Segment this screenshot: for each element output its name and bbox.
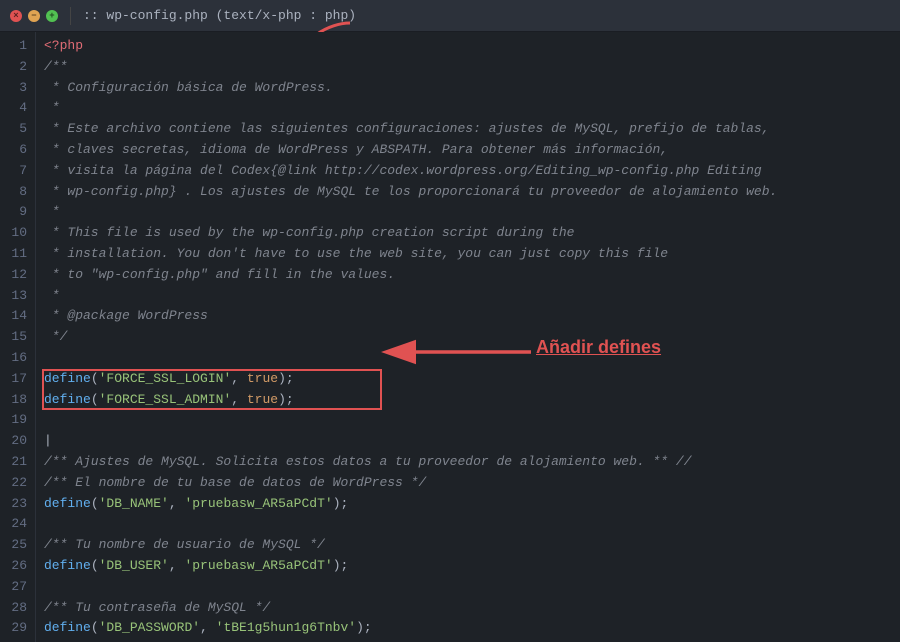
- code-line-10: * This file is used by the wp-config.php…: [44, 223, 892, 244]
- code-line-16: [44, 348, 892, 369]
- code-line-27: [44, 577, 892, 598]
- code-line-22: /** El nombre de tu base de datos de Wor…: [44, 473, 892, 494]
- code-line-4: *: [44, 98, 892, 119]
- code-line-12: * to "wp-config.php" and fill in the val…: [44, 265, 892, 286]
- code-line-17: define('FORCE_SSL_LOGIN', true);: [44, 369, 892, 390]
- code-line-26: define('DB_USER', 'pruebasw_AR5aPCdT');: [44, 556, 892, 577]
- code-line-24: [44, 514, 892, 535]
- annotation-label: Añadir defines: [536, 333, 661, 362]
- code-line-20: |: [44, 431, 892, 452]
- window-controls: × − +: [10, 10, 58, 22]
- minimize-icon: −: [31, 11, 36, 21]
- close-icon: ×: [13, 11, 18, 21]
- code-line-23: define('DB_NAME', 'pruebasw_AR5aPCdT');: [44, 494, 892, 515]
- code-content[interactable]: <?php /** * Configuración básica de Word…: [36, 32, 900, 642]
- code-line-6: * claves secretas, idioma de WordPress y…: [44, 140, 892, 161]
- code-line-18: define('FORCE_SSL_ADMIN', true);: [44, 390, 892, 411]
- code-line-1: <?php: [44, 36, 892, 57]
- code-line-25: /** Tu nombre de usuario de MySQL */: [44, 535, 892, 556]
- code-line-9: *: [44, 202, 892, 223]
- code-line-8: * wp-config.php} . Los ajustes de MySQL …: [44, 182, 892, 203]
- titlebar-title: :: wp-config.php (text/x-php : php): [83, 8, 356, 23]
- code-line-7: * visita la página del Codex{@link http:…: [44, 161, 892, 182]
- close-button[interactable]: ×: [10, 10, 22, 22]
- minimize-button[interactable]: −: [28, 10, 40, 22]
- titlebar: × − + :: wp-config.php (text/x-php : php…: [0, 0, 900, 32]
- code-line-15: */: [44, 327, 892, 348]
- code-line-2: /**: [44, 57, 892, 78]
- maximize-icon: +: [49, 11, 54, 21]
- code-line-14: * @package WordPress: [44, 306, 892, 327]
- code-line-13: *: [44, 286, 892, 307]
- code-line-11: * installation. You don't have to use th…: [44, 244, 892, 265]
- maximize-button[interactable]: +: [46, 10, 58, 22]
- highlighted-lines: define('FORCE_SSL_LOGIN', true); define(…: [44, 369, 892, 411]
- code-line-3: * Configuración básica de WordPress.: [44, 78, 892, 99]
- code-line-29: define('DB_PASSWORD', 'tBE1g5hun1g6Tnbv'…: [44, 618, 892, 639]
- editor[interactable]: 1 2 3 4 5 6 7 8 9 10 11 12 13 14 15 16 1…: [0, 32, 900, 642]
- titlebar-separator: [70, 7, 71, 25]
- code-line-19: [44, 410, 892, 431]
- code-line-21: /** Ajustes de MySQL. Solicita estos dat…: [44, 452, 892, 473]
- code-line-5: * Este archivo contiene las siguientes c…: [44, 119, 892, 140]
- line-numbers: 1 2 3 4 5 6 7 8 9 10 11 12 13 14 15 16 1…: [0, 32, 36, 642]
- code-line-28: /** Tu contraseña de MySQL */: [44, 598, 892, 619]
